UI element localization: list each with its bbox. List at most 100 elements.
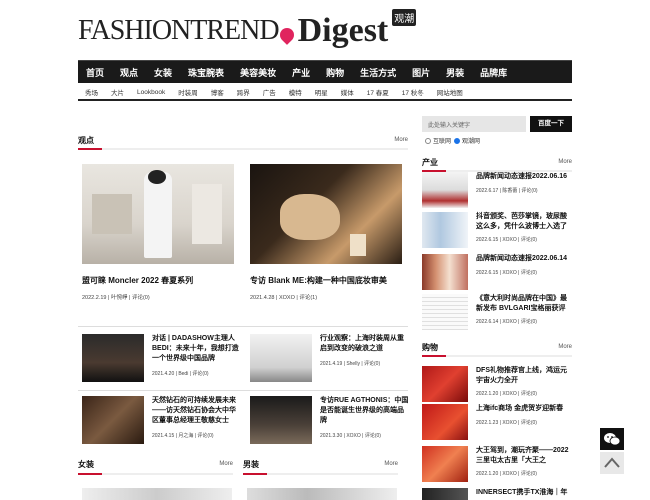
side-article[interactable]: 抖音颁奖、芭莎掌镜，玻尿酸这么多，凭什么波博士入选了 2022.6.15 | X… <box>422 212 572 254</box>
subnav-item-sitemap[interactable]: 网站地图 <box>437 87 463 97</box>
divider <box>78 390 408 391</box>
subnav-item[interactable]: Lookbook <box>137 89 165 96</box>
nav-item-lifestyle[interactable]: 生活方式 <box>360 66 396 79</box>
article-meta: 2022.6.15 | XOXO | 评论(0) <box>476 269 537 276</box>
nav-item-shopping[interactable]: 购物 <box>326 66 344 79</box>
article-title[interactable]: 专访RUE AGTHONIS：中国是否能诞生世界级的高端品牌 <box>320 396 410 426</box>
nav-item-pictures[interactable]: 图片 <box>412 66 430 79</box>
wechat-share-button[interactable] <box>600 428 624 450</box>
article-thumbnail[interactable] <box>250 334 312 382</box>
subnav-item[interactable]: 时装周 <box>178 87 198 97</box>
pin-icon <box>276 25 297 45</box>
section-divider <box>243 473 398 475</box>
article-title[interactable]: 天然钻石的可持续发展未来——访天然钻石协会大中华区董事总经理王敬慈女士 <box>152 396 242 426</box>
article-title[interactable]: INNERSECT携手TX淮海｜年 <box>476 488 567 498</box>
article-title[interactable]: 抖音颁奖、芭莎掌镜，玻尿酸这么多，凭什么波博士入选了 <box>476 212 572 231</box>
nav-item-brands[interactable]: 品牌库 <box>480 66 507 79</box>
article-image[interactable] <box>250 164 402 264</box>
article-meta: 2021.4.19 | Shelly | 评论(0) <box>320 361 381 367</box>
side-article[interactable]: 《意大利时尚品牌在中国》最新发布 BVLGARI宝格丽获评 2022.6.14 … <box>422 294 572 336</box>
more-link[interactable]: More <box>219 461 233 467</box>
radio-label: 观潮网 <box>462 139 481 145</box>
side-article[interactable]: 大王驾到，潮玩齐聚——2022三里屯太古里「大王之 2022.1.20 | XO… <box>422 446 572 488</box>
article-meta: 2022.1.20 | XOXO | 评论(0) <box>476 471 537 477</box>
article-meta: 2021.3.30 | XOXO | 评论(0) <box>320 433 381 439</box>
side-article[interactable]: INNERSECT携手TX淮海｜年 <box>422 488 572 500</box>
more-link[interactable]: More <box>558 344 572 350</box>
site-logo[interactable]: FASHIONTREND Digest 观潮 <box>78 9 417 50</box>
subnav-item[interactable]: 明星 <box>315 87 328 97</box>
section-title: 男装 <box>243 459 259 469</box>
article-title[interactable]: 品牌新闻动态速报2022.06.14 <box>476 254 567 264</box>
featured-article[interactable]: 盟可睐 Moncler 2022 春夏系列 2022.2.19 | 叶惋崢 | … <box>82 164 234 301</box>
subnav-item[interactable]: 媒体 <box>341 87 354 97</box>
nav-item-womenswear[interactable]: 女装 <box>154 66 172 79</box>
article-thumbnail[interactable] <box>422 366 468 402</box>
article-thumbnail[interactable] <box>422 446 468 482</box>
article-title[interactable]: 品牌新闻动态速报2022.06.16 <box>476 172 567 182</box>
section-divider <box>78 473 233 475</box>
article-thumbnail[interactable] <box>82 396 144 444</box>
article-title[interactable]: 对话 | DADASHOW主理人BEDI：未来十年，我想打造一个世界级中国品牌 <box>152 334 242 364</box>
side-article[interactable]: 品牌新闻动态速报2022.06.16 2022.6.17 | 陈香蕾 | 评论(… <box>422 172 572 214</box>
article-thumbnail[interactable] <box>422 294 468 330</box>
section-header-views: 观点 More <box>78 134 408 146</box>
article-meta: 2021.4.28 | XOXO | 评论(1) <box>250 295 318 301</box>
featured-article[interactable]: 专访 Blank ME:构建一种中国底妆审美 2021.4.28 | XOXO … <box>250 164 402 301</box>
nav-item-home[interactable]: 首页 <box>86 66 104 79</box>
radio-site[interactable] <box>454 137 461 144</box>
nav-item-jewelry[interactable]: 珠宝腕表 <box>188 66 224 79</box>
article-meta: 2022.2.19 | 叶惋崢 | 评论(0) <box>82 295 150 301</box>
chevron-up-icon <box>604 457 620 468</box>
subnav-item[interactable]: 秀场 <box>85 87 98 97</box>
article-title[interactable]: DFS礼物推荐官上线，鸿运元宇宙火力全开 <box>476 366 572 385</box>
search-button[interactable]: 百度一下 <box>530 116 572 132</box>
divider <box>78 326 408 327</box>
article-thumbnail[interactable] <box>422 488 468 500</box>
article-thumbnail[interactable] <box>250 396 312 444</box>
main-nav: 首页 观点 女装 珠宝腕表 美容美妆 产业 购物 生活方式 图片 男装 品牌库 <box>78 60 572 83</box>
article-image[interactable] <box>247 488 397 500</box>
section-title: 购物 <box>422 342 438 352</box>
more-link[interactable]: More <box>558 159 572 165</box>
more-link[interactable]: More <box>394 137 408 143</box>
nav-item-beauty[interactable]: 美容美妆 <box>240 66 276 79</box>
nav-item-menswear[interactable]: 男装 <box>446 66 464 79</box>
article-title[interactable]: 盟可睐 Moncler 2022 春夏系列 <box>82 275 234 286</box>
more-link[interactable]: More <box>384 461 398 467</box>
subnav-item[interactable]: 17 秋冬 <box>402 87 424 97</box>
side-article[interactable]: DFS礼物推荐官上线，鸿运元宇宙火力全开 2022.1.20 | XOXO | … <box>422 366 572 408</box>
article-title[interactable]: 专访 Blank ME:构建一种中国底妆审美 <box>250 275 402 286</box>
search-scope: 互联网 观潮网 <box>422 136 480 145</box>
article-thumbnail[interactable] <box>82 334 144 382</box>
back-to-top-button[interactable] <box>600 452 624 474</box>
logo-badge: 观潮 <box>392 9 417 26</box>
article-title[interactable]: 行业观察：上海时装周从重启到改变的破浪之道 <box>320 334 410 354</box>
subnav-item[interactable]: 17 春夏 <box>367 87 389 97</box>
article-title[interactable]: 《意大利时尚品牌在中国》最新发布 BVLGARI宝格丽获评 <box>476 294 572 313</box>
search-input[interactable]: 此处输入关键字 <box>422 116 526 132</box>
side-article[interactable]: 品牌新闻动态速报2022.06.14 2022.6.15 | XOXO | 评论… <box>422 254 572 296</box>
side-article[interactable]: 上海ifc商场 金虎贺岁迎新春 2022.1.23 | XOXO | 评论(0) <box>422 404 572 446</box>
section-divider <box>78 148 408 150</box>
article-image[interactable] <box>82 488 232 500</box>
article-title[interactable]: 大王驾到，潮玩齐聚——2022三里屯太古里「大王之 <box>476 446 572 465</box>
article-thumbnail[interactable] <box>422 212 468 248</box>
subnav-item[interactable]: 广告 <box>263 87 276 97</box>
article-thumbnail[interactable] <box>422 172 468 208</box>
article-image[interactable] <box>82 164 234 264</box>
article-thumbnail[interactable] <box>422 404 468 440</box>
subnav-item[interactable]: 模特 <box>289 87 302 97</box>
subnav-item[interactable]: 大片 <box>111 87 124 97</box>
section-title: 观点 <box>78 135 94 145</box>
subnav-item[interactable]: 博客 <box>211 87 224 97</box>
radio-internet[interactable] <box>425 137 431 144</box>
subnav-item[interactable]: 跨界 <box>237 87 250 97</box>
wechat-icon <box>604 433 621 446</box>
nav-item-views[interactable]: 观点 <box>120 66 138 79</box>
article-meta: 2021.4.20 | Bedi | 评论(0) <box>152 371 209 377</box>
article-title[interactable]: 上海ifc商场 金虎贺岁迎新春 <box>476 404 563 414</box>
nav-item-industry[interactable]: 产业 <box>292 66 310 79</box>
article-thumbnail[interactable] <box>422 254 468 290</box>
radio-label: 互联网 <box>433 139 452 145</box>
